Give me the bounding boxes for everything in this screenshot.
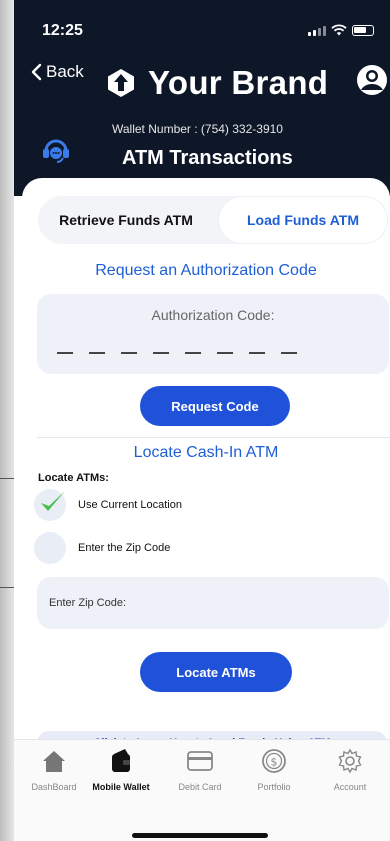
code-digit-slot (121, 352, 137, 354)
home-indicator (132, 833, 268, 838)
signal-icon (308, 26, 326, 36)
option-label: Enter the Zip Code (78, 542, 171, 554)
status-time: 12:25 (42, 22, 83, 39)
request-code-button[interactable]: Request Code (140, 386, 290, 426)
wallet-number: Wallet Number : (754) 332-3910 (112, 122, 283, 136)
code-digit-slot (217, 352, 233, 354)
status-bar: 12:25 (42, 22, 374, 42)
back-button[interactable]: Back (30, 62, 84, 82)
chevron-left-icon (31, 63, 42, 81)
checkmark-icon (41, 491, 65, 511)
brand: Your Brand (106, 64, 328, 102)
locate-atms-label: Locate ATMs: (38, 472, 109, 484)
code-digit-slot (57, 352, 73, 354)
code-digit-slot (185, 352, 201, 354)
phone-screen: 12:25 Back Your Brand Wallet Number: (7… (14, 0, 390, 841)
option-enter-zip-code[interactable]: Enter the Zip Code (34, 532, 170, 564)
radio-current-location[interactable] (34, 489, 66, 521)
wifi-icon (331, 24, 347, 36)
nav-label: Mobile Wallet (92, 782, 150, 792)
locate-section-title: Locate Cash-In ATM (133, 444, 279, 461)
brand-logo-icon (108, 69, 134, 97)
authorization-code-field[interactable]: Authorization Code: (37, 294, 389, 374)
section-divider (37, 437, 390, 438)
code-digit-slot (281, 352, 297, 354)
svg-text:$: $ (271, 756, 278, 769)
screen-title: ATM Transactions (122, 147, 293, 169)
brand-name: Your Brand (148, 64, 329, 101)
option-label: Use Current Location (78, 499, 182, 511)
nav-mobile-wallet[interactable]: Mobile Wallet (81, 748, 161, 792)
radio-zip-code[interactable] (34, 532, 66, 564)
code-digit-slot (153, 352, 169, 354)
card-icon (187, 751, 213, 771)
app-header: 12:25 Back Your Brand Wallet Number: (7… (14, 0, 390, 196)
code-dashes (57, 352, 297, 354)
nav-account[interactable]: Account (310, 748, 390, 792)
back-label: Back (46, 62, 84, 81)
nav-portfolio[interactable]: $ Portfolio (234, 748, 314, 792)
authorization-section-title: Request an Authorization Code (95, 262, 317, 279)
nav-label: Debit Card (178, 782, 222, 792)
zip-code-placeholder: Enter Zip Code: (49, 597, 127, 609)
locate-atms-button[interactable]: Locate ATMs (140, 652, 292, 692)
code-digit-slot (89, 352, 105, 354)
wallet-icon (112, 749, 130, 772)
bottom-nav: DashBoard Mobile Wallet Debit Card $ Por… (14, 739, 390, 841)
tab-load-funds-atm[interactable]: Load Funds ATM (218, 196, 388, 244)
support-headset-icon[interactable] (40, 134, 72, 166)
authorization-code-label: Authorization Code: (151, 307, 275, 323)
gear-icon (338, 748, 362, 774)
nav-label: Portfolio (257, 782, 291, 792)
battery-icon (352, 25, 374, 36)
nav-debit-card[interactable]: Debit Card (160, 748, 240, 792)
status-icons (308, 24, 374, 36)
zip-code-input[interactable]: Enter Zip Code: (37, 577, 389, 629)
code-digit-slot (249, 352, 265, 354)
home-icon (43, 751, 65, 772)
profile-icon[interactable] (356, 64, 388, 96)
fund-type-tabs: Retrieve Funds ATM Load Funds ATM (38, 196, 388, 244)
tab-retrieve-funds-atm[interactable]: Retrieve Funds ATM (38, 212, 214, 228)
nav-label: Account (333, 782, 367, 792)
dollar-coin-icon: $ (262, 749, 286, 773)
option-use-current-location[interactable]: Use Current Location (34, 489, 182, 521)
